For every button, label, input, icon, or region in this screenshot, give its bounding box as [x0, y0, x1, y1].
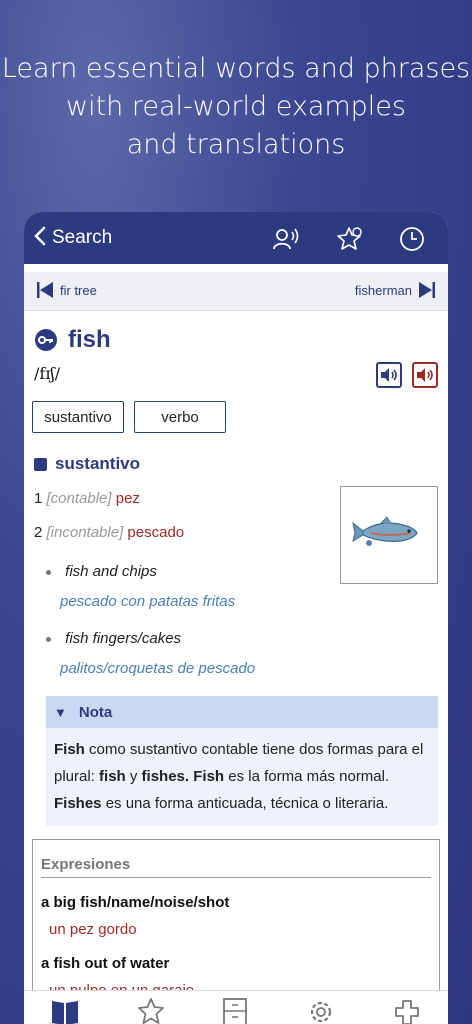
note-body: Fish como sustantivo contable tiene dos … — [46, 728, 438, 817]
puzzle-icon — [395, 1000, 419, 1024]
fish-illustration-icon — [352, 516, 418, 546]
app-screen: Search fir tree fisherman fish /fɪʃ/ sus… — [24, 212, 448, 1024]
settings-gear-icon — [310, 1001, 332, 1023]
previous-entry-link[interactable]: fir tree — [36, 281, 97, 299]
tab-cabinet[interactable] — [220, 997, 250, 1024]
headword-row: fish — [34, 326, 111, 354]
example-2: fish fingers/cakes — [46, 630, 181, 647]
previous-arrow-icon — [37, 282, 53, 298]
bullet — [46, 569, 51, 575]
tab-settings[interactable] — [306, 997, 336, 1024]
fish-picture[interactable] — [340, 486, 438, 584]
pronunciation: /fɪʃ/ — [34, 364, 61, 383]
cabinet-icon — [223, 998, 247, 1024]
previous-entry-label: fir tree — [60, 282, 97, 298]
promo-line-1: Learn essential words and phrases — [1, 53, 471, 84]
note-panel: ▼ Nota Fish como sustantivo contable tie… — [46, 696, 438, 826]
voice-search-icon[interactable] — [272, 225, 300, 253]
example-2-translation: palitos/croquetas de pescado — [60, 660, 256, 677]
speaker-icon — [417, 368, 433, 382]
section-heading: sustantivo — [34, 454, 140, 474]
key-word-icon — [35, 329, 57, 351]
sense-translation: pez — [115, 490, 140, 507]
top-bar: Search — [24, 212, 448, 264]
entry-navigation: fir tree fisherman — [24, 272, 448, 311]
audio-british-button[interactable] — [376, 362, 402, 388]
favorite-star-icon[interactable] — [336, 225, 364, 253]
next-arrow-icon — [419, 282, 435, 298]
section-square-icon — [34, 457, 47, 471]
tab-bar — [24, 990, 448, 1024]
expression-english: a big fish/name/noise/shot — [41, 894, 230, 911]
example-1-translation: pescado con patatas fritas — [60, 593, 236, 610]
sense-number: 1 — [34, 490, 43, 507]
tab-more[interactable] — [392, 997, 422, 1024]
tab-dictionary[interactable] — [50, 997, 80, 1024]
note-term: fish — [99, 768, 126, 785]
chevron-left-icon — [34, 226, 46, 249]
expression-english: a fish out of water — [41, 955, 170, 972]
pos-button-verbo[interactable]: verbo — [134, 401, 226, 433]
back-button[interactable]: Search — [34, 226, 112, 249]
note-term: fishes. — [141, 768, 190, 785]
audio-american-button[interactable] — [412, 362, 438, 388]
note-text: es una forma anticuada, técnica o litera… — [101, 795, 389, 812]
promo-line-2: with real-world examples — [66, 91, 406, 122]
note-text: es la forma más normal. — [224, 768, 390, 785]
note-header[interactable]: ▼ Nota — [46, 696, 438, 728]
note-term: Fish — [54, 741, 85, 758]
note-term: Fish — [193, 768, 225, 785]
sense-label: [incontable] — [46, 524, 124, 541]
next-entry-link[interactable]: fisherman — [355, 281, 436, 299]
promo-line-3: and translations — [126, 129, 346, 160]
section-title: sustantivo — [55, 454, 141, 473]
dictionary-book-icon — [52, 1001, 78, 1024]
note-term: Fishes — [54, 795, 102, 812]
example-1: fish and chips — [46, 563, 157, 580]
collapse-triangle-icon: ▼ — [54, 704, 67, 720]
headword: fish — [68, 326, 111, 353]
tab-favorites[interactable] — [136, 997, 166, 1024]
note-title: Nota — [78, 703, 113, 721]
pos-button-sustantivo[interactable]: sustantivo — [32, 401, 124, 433]
next-entry-label: fisherman — [354, 282, 412, 298]
bullet — [46, 636, 51, 642]
note-text: y — [125, 768, 142, 785]
sense-2: 2 [incontable] pescado — [34, 524, 184, 541]
promo-caption: Learn essential words and phrases with r… — [0, 50, 472, 164]
history-clock-icon[interactable] — [398, 225, 426, 253]
expressions-title: Expresiones — [41, 856, 431, 878]
sense-number: 2 — [34, 524, 43, 541]
example-english: fish fingers/cakes — [65, 630, 182, 647]
back-label: Search — [52, 226, 113, 248]
expression-translation: un pez gordo — [49, 921, 137, 938]
sense-label: [contable] — [46, 490, 112, 507]
favorites-star-icon — [138, 998, 164, 1024]
sense-translation: pescado — [127, 524, 185, 541]
example-english: fish and chips — [65, 563, 157, 580]
sense-1: 1 [contable] pez — [34, 490, 140, 507]
speaker-icon — [381, 368, 397, 382]
